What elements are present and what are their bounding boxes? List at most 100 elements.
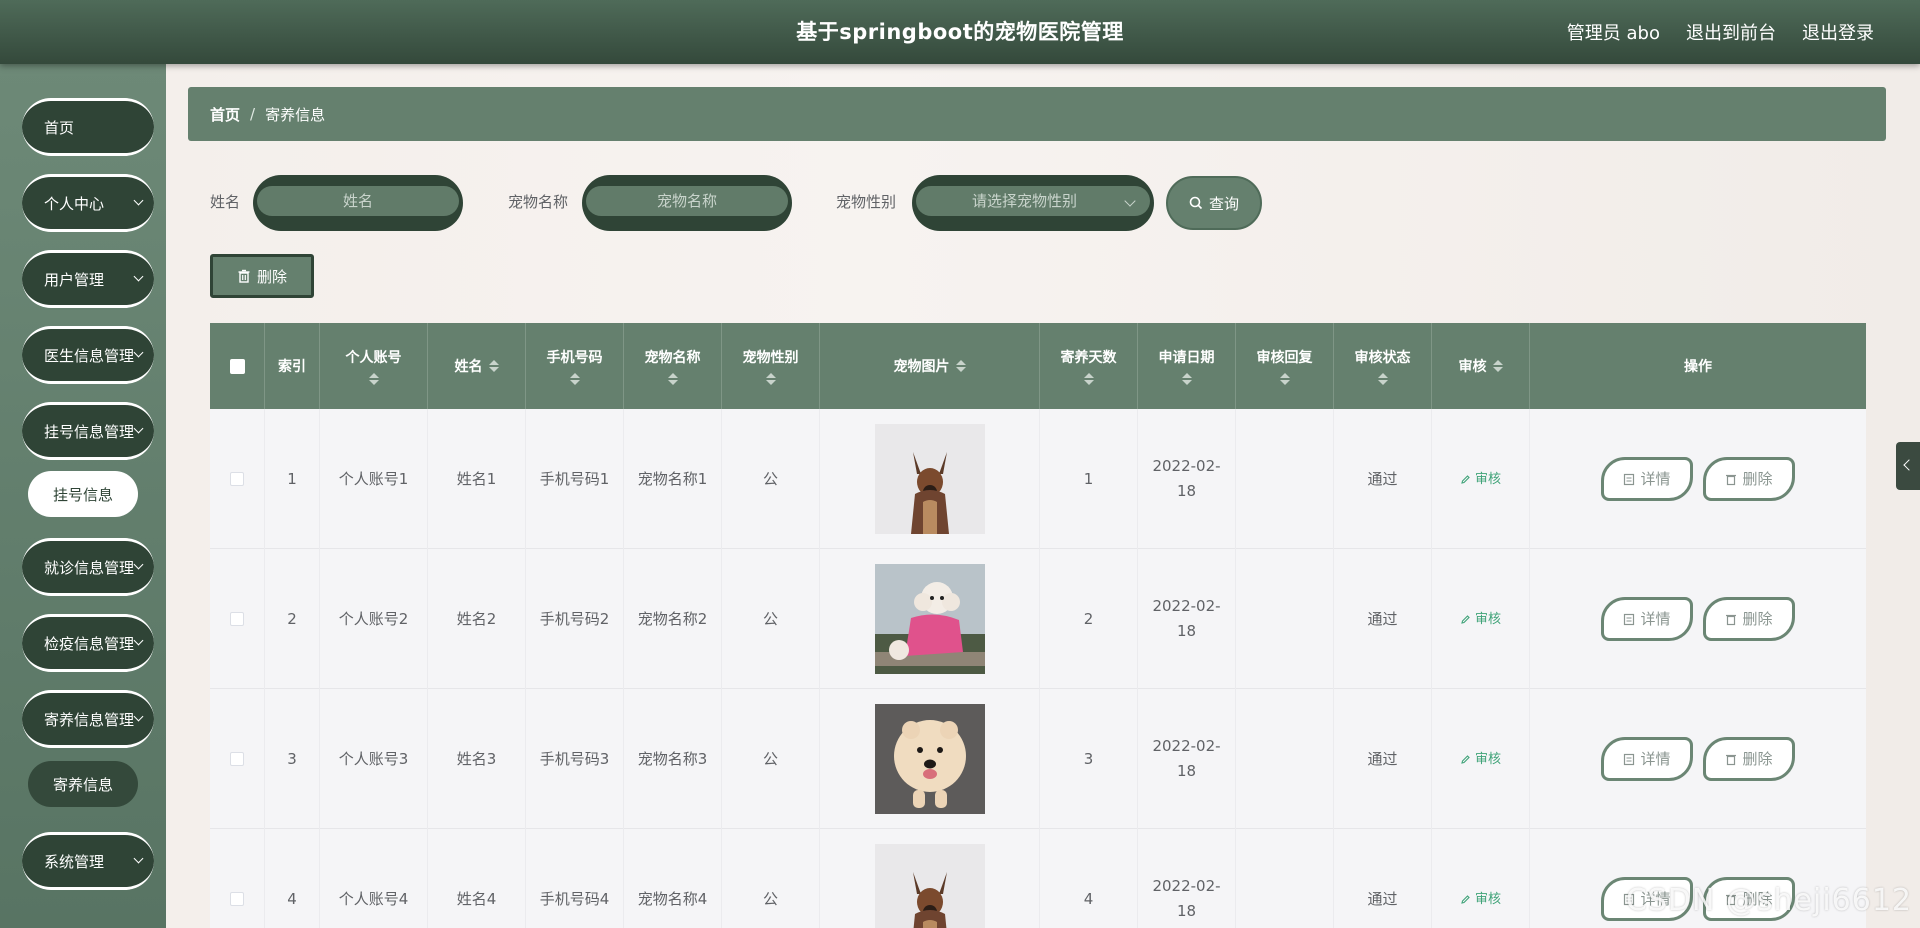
main-content: 首页 / 寄养信息 姓名 姓名 宠物名称 宠物名称 宠物性别 请选择宠物性别 查… xyxy=(166,64,1920,928)
column-header-reply[interactable]: 审核回复 xyxy=(1236,323,1334,409)
sidebar-item-user-mgmt[interactable]: 用户管理 xyxy=(22,250,154,308)
detail-button[interactable]: 详情 xyxy=(1601,457,1693,501)
cell-pet-gender: 公 xyxy=(722,549,820,689)
row-checkbox[interactable] xyxy=(230,752,244,766)
pet-gender-select[interactable]: 请选择宠物性别 xyxy=(912,175,1154,231)
pet-photo-poodle[interactable] xyxy=(874,564,985,674)
column-header-days[interactable]: 寄养天数 xyxy=(1040,323,1138,409)
column-header-pet-name[interactable]: 宠物名称 xyxy=(624,323,722,409)
sort-icon xyxy=(765,373,776,385)
sidebar-item-visit-mgmt[interactable]: 就诊信息管理 xyxy=(22,538,154,596)
detail-button[interactable]: 详情 xyxy=(1601,737,1693,781)
row-checkbox[interactable] xyxy=(230,472,244,486)
sidebar-subitem-registration[interactable]: 挂号信息 xyxy=(28,471,138,517)
cell-status: 通过 xyxy=(1334,689,1432,829)
cell-index: 2 xyxy=(265,549,320,689)
cell-audit: 审核 xyxy=(1432,829,1530,928)
cell-index: 1 xyxy=(265,409,320,549)
pet-photo-shepherd[interactable] xyxy=(874,424,985,534)
chevron-down-icon xyxy=(133,853,144,864)
sort-icon xyxy=(1492,360,1503,372)
batch-delete-button[interactable]: 删除 xyxy=(210,254,314,298)
edit-icon xyxy=(1461,894,1470,904)
cell-reply xyxy=(1236,689,1334,829)
sidebar-item-doctor-mgmt[interactable]: 医生信息管理 xyxy=(22,326,154,384)
column-header-pet-image[interactable]: 宠物图片 xyxy=(820,323,1040,409)
document-icon xyxy=(1624,473,1635,485)
cell-reply xyxy=(1236,409,1334,549)
delete-button[interactable]: 删除 xyxy=(1703,597,1795,641)
sidebar-item-personal-center[interactable]: 个人中心 xyxy=(22,174,154,232)
column-header-name[interactable]: 姓名 xyxy=(428,323,526,409)
column-header-audit[interactable]: 审核 xyxy=(1432,323,1530,409)
breadcrumb: 首页 / 寄养信息 xyxy=(188,87,1886,141)
cell-days: 2 xyxy=(1040,549,1138,689)
sort-icon xyxy=(1181,373,1192,385)
cell-pet-image xyxy=(820,829,1040,928)
table-row: 1 个人账号1 姓名1 手机号码1 宠物名称1 公 1 2022-02-18 通… xyxy=(210,409,1866,549)
table-row: 4 个人账号4 姓名4 手机号码4 宠物名称4 公 4 2022-02-18 通… xyxy=(210,829,1866,928)
cell-phone: 手机号码4 xyxy=(526,829,624,928)
cell-status: 通过 xyxy=(1334,549,1432,689)
row-check-cell xyxy=(210,829,265,928)
sidebar-item-home[interactable]: 首页 xyxy=(22,98,154,156)
column-header-pet-gender[interactable]: 宠物性别 xyxy=(722,323,820,409)
sort-icon xyxy=(1279,373,1290,385)
table-header: 索引 个人账号 姓名 手机号码 宠物名称 宠物性别 宠物图片 寄养天数 申请日期… xyxy=(210,323,1866,409)
sidebar-item-quarantine-mgmt[interactable]: 检疫信息管理 xyxy=(22,614,154,672)
audit-link[interactable]: 审核 xyxy=(1460,887,1501,912)
pet-name-input[interactable]: 宠物名称 xyxy=(582,175,792,231)
sidebar-item-boarding-mgmt[interactable]: 寄养信息管理 xyxy=(22,690,154,748)
cell-date: 2022-02-18 xyxy=(1138,689,1236,829)
sort-icon xyxy=(488,360,499,372)
trash-icon xyxy=(1726,614,1737,625)
sidebar-item-registration-mgmt[interactable]: 挂号信息管理 xyxy=(22,402,154,460)
delete-button[interactable]: 删除 xyxy=(1703,737,1795,781)
column-header-date[interactable]: 申请日期 xyxy=(1138,323,1236,409)
sidebar-subitem-boarding[interactable]: 寄养信息 xyxy=(28,761,138,807)
cell-days: 3 xyxy=(1040,689,1138,829)
cell-account: 个人账号3 xyxy=(320,689,428,829)
edit-icon xyxy=(1461,474,1470,484)
to-front-link[interactable]: 退出到前台 xyxy=(1686,19,1776,45)
column-header-account[interactable]: 个人账号 xyxy=(320,323,428,409)
select-all-checkbox[interactable] xyxy=(229,358,245,374)
cell-pet-name: 宠物名称2 xyxy=(624,549,722,689)
sort-icon xyxy=(1377,373,1388,385)
chevron-down-icon xyxy=(133,635,144,646)
pet-photo-shepherd[interactable] xyxy=(874,844,985,928)
audit-link[interactable]: 审核 xyxy=(1460,467,1501,492)
breadcrumb-home[interactable]: 首页 xyxy=(210,104,240,125)
collapse-side-tab[interactable] xyxy=(1896,442,1920,490)
row-checkbox[interactable] xyxy=(230,612,244,626)
audit-link[interactable]: 审核 xyxy=(1460,747,1501,772)
sort-icon xyxy=(368,373,379,385)
cell-reply xyxy=(1236,549,1334,689)
pet-photo-chow[interactable] xyxy=(874,704,985,814)
column-header-status[interactable]: 审核状态 xyxy=(1334,323,1432,409)
cell-actions: 详情 删除 xyxy=(1530,549,1866,689)
name-input[interactable]: 姓名 xyxy=(253,175,463,231)
cell-pet-image xyxy=(820,409,1040,549)
column-header-phone[interactable]: 手机号码 xyxy=(526,323,624,409)
chevron-down-icon xyxy=(133,271,144,282)
row-checkbox[interactable] xyxy=(230,892,244,906)
pet-gender-label: 宠物性别 xyxy=(836,193,897,211)
detail-button[interactable]: 详情 xyxy=(1601,597,1693,641)
audit-link[interactable]: 审核 xyxy=(1460,607,1501,632)
cell-account: 个人账号1 xyxy=(320,409,428,549)
cell-reply xyxy=(1236,829,1334,928)
cell-date: 2022-02-18 xyxy=(1138,549,1236,689)
sort-icon xyxy=(569,373,580,385)
search-icon xyxy=(1189,196,1203,210)
cell-name: 姓名3 xyxy=(428,689,526,829)
logout-link[interactable]: 退出登录 xyxy=(1802,19,1874,45)
delete-button[interactable]: 删除 xyxy=(1703,457,1795,501)
cell-phone: 手机号码2 xyxy=(526,549,624,689)
name-label: 姓名 xyxy=(210,193,241,211)
search-button[interactable]: 查询 xyxy=(1166,176,1262,230)
chevron-down-icon xyxy=(133,559,144,570)
cell-pet-name: 宠物名称4 xyxy=(624,829,722,928)
sidebar-item-system-mgmt[interactable]: 系统管理 xyxy=(22,832,154,890)
cell-date: 2022-02-18 xyxy=(1138,829,1236,928)
